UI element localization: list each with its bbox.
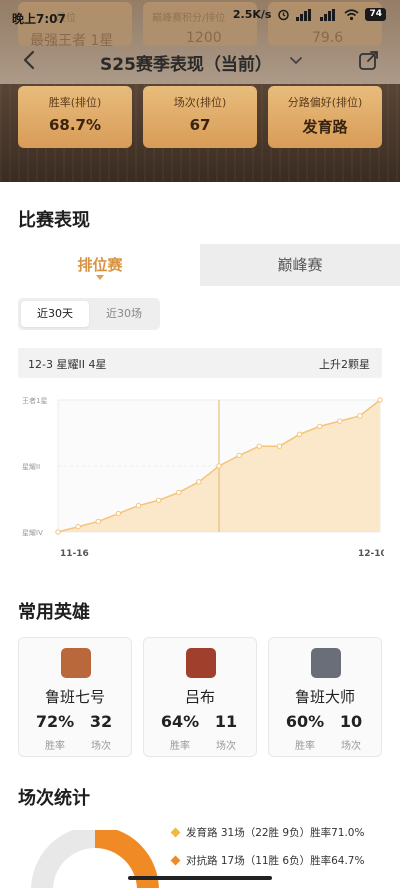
signal-icon-1 <box>296 8 314 21</box>
hero-winrate: 72% <box>35 712 75 731</box>
hero-winrate-label: 胜率 <box>295 741 315 752</box>
y-tick-label: 星耀II <box>22 462 40 471</box>
range-30-games[interactable]: 近30场 <box>91 301 157 327</box>
chart-point <box>135 502 142 509</box>
rank-trend-chart: 王者1星星耀II 星耀IV 11-16 12-10 <box>22 397 384 559</box>
active-tab-indicator <box>96 275 104 280</box>
status-indicators: 2.5K/s 74 <box>233 8 386 21</box>
mode-tabs: 排位赛 巅峰赛 <box>0 244 400 286</box>
legend-item: 对抗路 17场（11胜 6负）胜率64.7% <box>170 853 365 868</box>
chart-point <box>377 397 383 403</box>
alarm-icon <box>278 9 290 21</box>
winrate-label: 胜率(排位) <box>48 96 102 109</box>
legend-marker <box>170 855 181 866</box>
chart-point <box>55 529 61 535</box>
chart-point <box>357 413 363 419</box>
chart-point <box>337 418 343 424</box>
battery-icon: 74 <box>365 8 386 21</box>
hero-card[interactable]: 鲁班大师 60% 10 胜率 场次 <box>268 637 382 757</box>
hero-games: 10 <box>339 712 363 731</box>
chart-point <box>115 510 122 517</box>
hero-games-label: 场次 <box>91 741 111 752</box>
share-icon[interactable] <box>356 48 382 74</box>
donut-segment-secondary <box>31 830 96 888</box>
y-tick-label: 王者1星 <box>22 397 47 405</box>
wifi-icon <box>344 8 359 20</box>
season-header: 段位 最强王者 1星 巅峰赛积分/排位 1200 79.6 晚上7:07 2.5… <box>0 0 400 182</box>
hero-name: 鲁班七号 <box>44 688 105 706</box>
chart-point <box>196 479 202 485</box>
home-indicator[interactable] <box>128 876 272 880</box>
games-label: 场次(排位) <box>173 96 227 109</box>
status-bar: 晚上7:07 2.5K/s 74 <box>0 0 400 34</box>
status-time: 晚上7:07 <box>12 12 66 26</box>
hero-games-label: 场次 <box>216 741 236 752</box>
legend-item: 发育路 31场（22胜 9负）胜率71.0% <box>170 825 365 840</box>
rank-info-bar: 12-3 星耀II 4星 上升2颗星 <box>18 348 382 378</box>
lane-label: 分路偏好(排位) <box>287 96 363 109</box>
chart-point <box>276 443 283 449</box>
chart-point <box>75 524 81 530</box>
chart-point <box>236 452 242 459</box>
hero-avatar <box>186 648 216 678</box>
hero-winrate-label: 胜率 <box>170 741 190 752</box>
hero-name: 吕布 <box>184 688 215 706</box>
hero-avatar <box>311 648 341 678</box>
performance-title: 比赛表现 <box>18 210 90 231</box>
game-stats-title: 场次统计 <box>18 788 90 809</box>
content-sheet: 比赛表现 排位赛 巅峰赛 近30天 近30场 12-3 星耀II 4星 上升2颗… <box>0 182 400 888</box>
legend-text: 发育路 31场（22胜 9负）胜率71.0% <box>186 827 365 839</box>
legend-text: 对抗路 17场（11胜 6负）胜率64.7% <box>186 855 365 867</box>
hero-name: 鲁班大师 <box>294 688 355 706</box>
hero-games: 11 <box>214 712 238 731</box>
lane-card: 分路偏好(排位) 发育路 <box>268 86 382 148</box>
y-tick-label: 星耀IV <box>22 528 43 537</box>
donut-segment-primary <box>94 830 159 888</box>
chart-point <box>176 489 182 496</box>
games-value: 67 <box>189 116 211 134</box>
hero-winrate: 60% <box>285 712 325 731</box>
chart-point <box>296 431 303 438</box>
lane-value: 发育路 <box>302 118 348 136</box>
legend-marker <box>170 827 181 838</box>
hero-winrate: 64% <box>160 712 200 731</box>
chart-point <box>216 463 222 469</box>
hero-games: 32 <box>89 712 113 731</box>
chevron-down-icon[interactable] <box>288 52 304 68</box>
tab-peak[interactable]: 巅峰赛 <box>200 244 400 286</box>
signal-icon-2 <box>320 8 338 21</box>
hero-games-label: 场次 <box>341 741 361 752</box>
hero-winrate-label: 胜率 <box>45 741 65 752</box>
back-arrow-icon[interactable] <box>16 46 44 74</box>
nav-bar: S25赛季表现（当前） <box>0 40 400 80</box>
hero-avatar <box>61 648 91 678</box>
winrate-value: 68.7% <box>48 116 102 134</box>
page-title[interactable]: S25赛季表现（当前） <box>100 50 272 75</box>
x-tick-label: 11-16 <box>60 549 89 559</box>
rank-change: 上升2颗星 <box>319 358 370 371</box>
games-card: 场次(排位) 67 <box>143 86 257 148</box>
range-toggle: 近30天 近30场 <box>18 298 160 330</box>
range-30-days[interactable]: 近30天 <box>21 301 89 327</box>
x-tick-label: 12-10 <box>358 549 384 559</box>
chart-point <box>256 443 262 449</box>
chart-point <box>95 518 101 525</box>
rank-current: 12-3 星耀II 4星 <box>28 358 107 371</box>
winrate-card: 胜率(排位) 68.7% <box>18 86 132 148</box>
network-speed: 2.5K/s <box>232 8 272 21</box>
chart-point <box>316 423 323 430</box>
hero-card[interactable]: 鲁班七号 72% 32 胜率 场次 <box>18 637 132 757</box>
heroes-title: 常用英雄 <box>18 602 90 623</box>
chart-point <box>155 497 162 504</box>
hero-card[interactable]: 吕布 64% 11 胜率 场次 <box>143 637 257 757</box>
